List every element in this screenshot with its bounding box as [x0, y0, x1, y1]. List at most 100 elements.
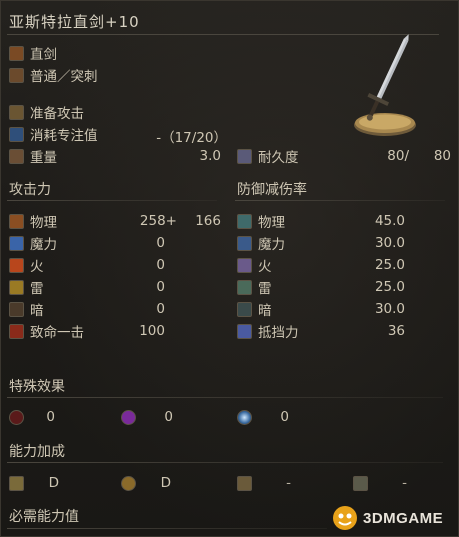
defense-label: 暗 [258, 303, 272, 319]
defense-row: 暗 [237, 299, 272, 319]
effect-item [9, 407, 30, 427]
defense-value: 45.0 [374, 213, 405, 229]
skill-name: 准备攻击 [30, 106, 84, 122]
physical-defense-icon [237, 213, 252, 229]
weapon-type-row: 直剑 [9, 43, 57, 63]
weight-row: 重量 [9, 146, 57, 166]
physical-attack-icon [9, 213, 24, 229]
attack-row: 物理 [9, 211, 57, 231]
scaling-divider [7, 462, 443, 463]
attack-value: 0 [156, 279, 165, 295]
critical-icon [9, 323, 24, 339]
fp-cost-label: 消耗专注值 [30, 128, 98, 144]
magic-attack-icon [9, 235, 24, 251]
fire-attack-icon [9, 257, 24, 273]
defense-label: 物理 [258, 215, 285, 231]
scaling-value: D [48, 475, 59, 491]
skill-icon [9, 104, 24, 120]
attack-section-title: 攻击力 [9, 182, 51, 198]
defense-value: 30.0 [374, 301, 405, 317]
defense-row: 物理 [237, 211, 285, 231]
attack-value: 0 [156, 257, 165, 273]
scaling-value: - [402, 475, 407, 491]
durability-max: 80 [433, 148, 451, 164]
defense-label: 火 [258, 259, 272, 275]
dark-attack-icon [9, 301, 24, 317]
magic-defense-icon [237, 235, 252, 251]
dexterity-icon [121, 475, 136, 491]
attack-label: 魔力 [30, 237, 57, 253]
defense-value: 30.0 [374, 235, 405, 251]
attack-row: 魔力 [9, 233, 57, 253]
faith-icon [353, 475, 368, 491]
attack-type: 普通／突刺 [30, 69, 98, 85]
scaling-item [353, 473, 374, 493]
skill-row: 准备攻击 [9, 102, 84, 122]
dark-defense-icon [237, 301, 252, 317]
durability-icon [237, 148, 252, 164]
attack-row: 暗 [9, 299, 44, 319]
attack-label: 火 [30, 259, 44, 275]
weapon-type: 直剑 [30, 47, 57, 63]
attack-label: 雷 [30, 281, 44, 297]
lightning-defense-icon [237, 279, 252, 295]
weight-value: 3.0 [199, 148, 221, 164]
defense-row: 抵挡力 [237, 321, 299, 341]
watermark-text: 3DMGAME [363, 509, 444, 527]
fp-icon [9, 126, 24, 142]
durability-row: 耐久度 [237, 146, 299, 166]
effect-item [121, 407, 142, 427]
attack-value: 0 [156, 235, 165, 251]
attack-row: 火 [9, 255, 44, 275]
scaling-value: D [160, 475, 171, 491]
scaling-item [9, 473, 30, 493]
effect-value: 0 [280, 409, 289, 425]
weapon-status-panel: 亚斯特拉直剑+10 直剑 普通／突刺 准备攻击 消耗专注值 -（17/20） 重… [0, 0, 459, 537]
durability-current: 80/ [387, 148, 409, 164]
attack-row: 致命一击 [9, 321, 84, 341]
effect-item [237, 407, 258, 427]
defense-row: 魔力 [237, 233, 285, 253]
effect-value: 0 [164, 409, 173, 425]
bleed-icon [9, 409, 24, 425]
fp-cost-value: -（17/20） [156, 130, 227, 146]
watermark-logo-icon [333, 506, 357, 530]
scaling-section-title: 能力加成 [9, 444, 65, 460]
attack-divider [7, 200, 217, 201]
weapon-image [341, 33, 431, 143]
fp-cost-row: 消耗专注值 [9, 124, 98, 144]
defense-value: 25.0 [374, 257, 405, 273]
weight-icon [9, 148, 24, 164]
attack-value: 258+ [139, 213, 177, 229]
intelligence-icon [237, 475, 252, 491]
attack-label: 物理 [30, 215, 57, 231]
defense-row: 火 [237, 255, 272, 275]
frost-icon [237, 409, 252, 425]
scaling-item [237, 473, 258, 493]
defense-label: 魔力 [258, 237, 285, 253]
attack-type-row: 普通／突刺 [9, 65, 98, 85]
requirements-divider [7, 528, 327, 529]
defense-value: 36 [387, 323, 405, 339]
defense-row: 雷 [237, 277, 272, 297]
attack-value: 0 [156, 301, 165, 317]
scaling-item [121, 473, 142, 493]
defense-label: 抵挡力 [258, 325, 299, 341]
weapon-title: 亚斯特拉直剑+10 [9, 13, 140, 31]
requirements-section-title: 必需能力值 [9, 509, 79, 525]
defense-section-title: 防御减伤率 [237, 182, 307, 198]
weapon-type-icon [9, 45, 24, 61]
effect-value: 0 [46, 409, 55, 425]
strength-icon [9, 475, 24, 491]
defense-divider [235, 200, 445, 201]
defense-value: 25.0 [374, 279, 405, 295]
scaling-value: - [286, 475, 291, 491]
effects-section-title: 特殊效果 [9, 379, 65, 395]
attack-label: 暗 [30, 303, 44, 319]
durability-label: 耐久度 [258, 150, 299, 166]
stability-icon [237, 323, 252, 339]
site-watermark: 3DMGAME [331, 503, 457, 533]
poison-icon [121, 409, 136, 425]
attack-label: 致命一击 [30, 325, 84, 341]
attack-value: 100 [139, 323, 165, 339]
